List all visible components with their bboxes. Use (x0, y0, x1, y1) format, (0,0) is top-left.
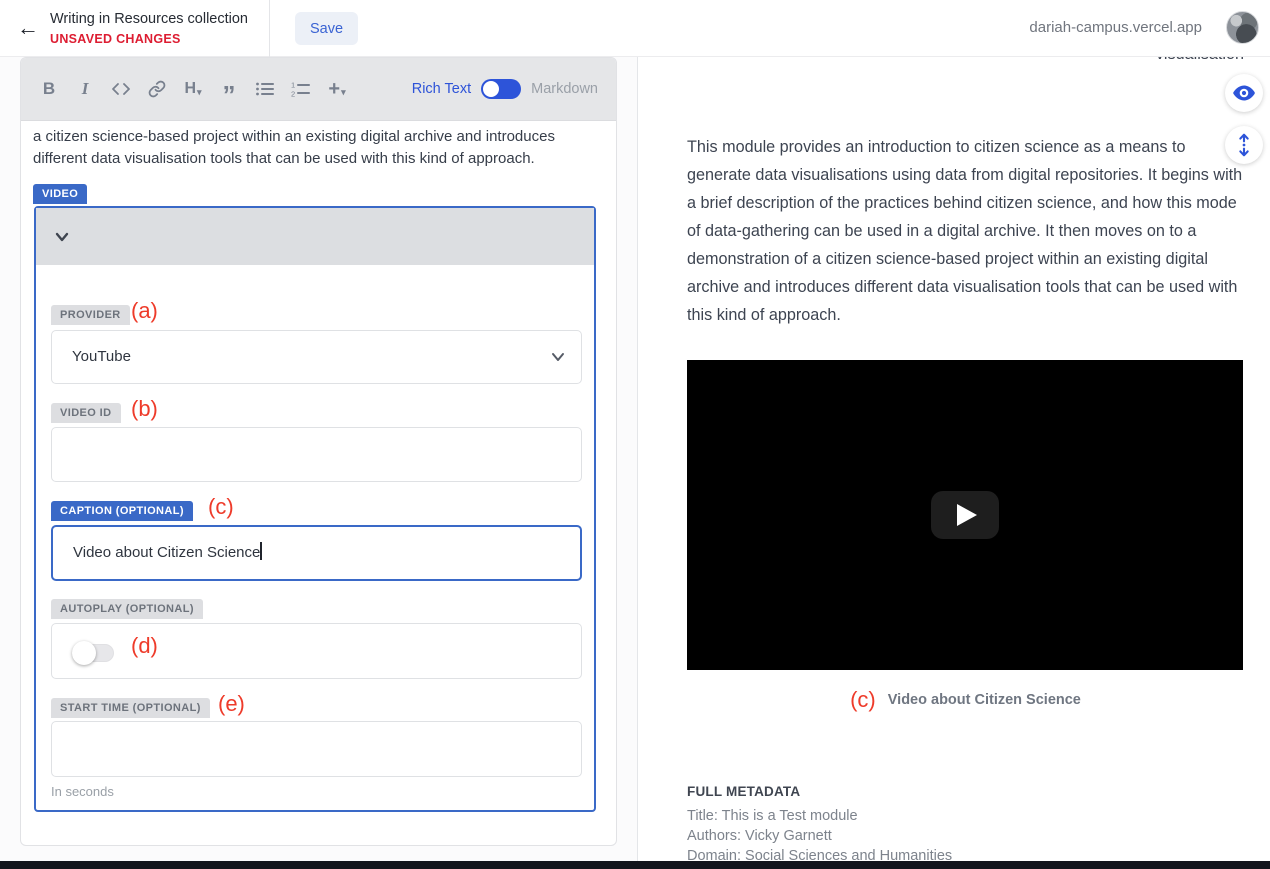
start-time-input[interactable] (51, 721, 582, 777)
header-title-section: ← Writing in Resources collection UNSAVE… (0, 0, 270, 57)
video-widget-collapse-header[interactable] (36, 208, 594, 265)
rich-text-label[interactable]: Rich Text (412, 81, 471, 97)
screen: ← Writing in Resources collection UNSAVE… (0, 0, 1270, 869)
preview-panel: visualisation This module provides an in… (637, 57, 1270, 869)
eye-icon (1232, 81, 1256, 105)
svg-text:2: 2 (291, 90, 295, 98)
editor-panel: B I H▾ ” 12 +▾ Rich Text (0, 57, 637, 869)
video-widget: PROVIDER (a) YouTube VIDEO ID (b) CAPTIO… (34, 206, 596, 812)
preview-visibility-button[interactable] (1225, 74, 1263, 112)
video-id-input[interactable] (51, 427, 582, 482)
play-button[interactable] (931, 491, 999, 539)
svg-text:1: 1 (291, 81, 295, 90)
autoplay-toggle-knob (72, 641, 96, 665)
start-time-hint: In seconds (51, 784, 114, 799)
editor-card: B I H▾ ” 12 +▾ Rich Text (20, 57, 617, 846)
mode-switch-group: Rich Text Markdown (412, 79, 598, 99)
caption-field-label: CAPTION (OPTIONAL) (51, 501, 193, 521)
annotation-d: (d) (131, 635, 158, 657)
text-cursor (260, 542, 262, 560)
numbered-list-icon[interactable]: 12 (283, 69, 319, 109)
video-id-field-label: VIDEO ID (51, 403, 121, 423)
heading-caret-icon: ▾ (197, 87, 202, 98)
bottom-bar (0, 861, 1270, 869)
back-button[interactable]: ← (14, 14, 42, 42)
provider-field-label: PROVIDER (51, 305, 130, 325)
start-time-field-label: START TIME (OPTIONAL) (51, 698, 210, 718)
annotation-c-preview: (c) (850, 687, 876, 713)
annotation-c: (c) (208, 496, 234, 518)
video-caption-row: (c) Video about Citizen Science (687, 687, 1244, 713)
annotation-e: (e) (218, 693, 245, 715)
clipped-word: visualisation (687, 57, 1244, 64)
code-icon[interactable] (103, 69, 139, 109)
metadata-title-line: Title: This is a Test module (687, 808, 858, 824)
back-arrow-icon: ← (17, 15, 39, 40)
annotation-b: (b) (131, 398, 158, 420)
save-button[interactable]: Save (295, 12, 358, 45)
play-icon (957, 504, 977, 526)
unsaved-changes-status: UNSAVED CHANGES (50, 32, 181, 46)
full-metadata-heading: FULL METADATA (687, 784, 800, 799)
richtext-markdown-toggle[interactable] (481, 79, 521, 99)
preview-paragraph: This module provides an introduction to … (687, 133, 1244, 329)
metadata-authors-line: Authors: Vicky Garnett (687, 828, 832, 844)
italic-icon[interactable]: I (67, 69, 103, 109)
chevron-down-icon (53, 228, 71, 246)
toggle-knob (483, 81, 499, 97)
select-chevron-icon (551, 352, 565, 362)
heading-icon[interactable]: H▾ (175, 69, 211, 109)
link-icon[interactable] (139, 69, 175, 109)
bold-icon[interactable]: B (31, 69, 67, 109)
avatar[interactable] (1226, 11, 1259, 44)
provider-select[interactable]: YouTube (51, 330, 582, 384)
caption-value: Video about Citizen Science (73, 544, 260, 561)
clipped-preview-line: visualisation (687, 57, 1244, 64)
blockquote-icon[interactable]: ” (211, 69, 247, 109)
video-caption: Video about Citizen Science (888, 692, 1081, 708)
annotation-a: (a) (131, 300, 158, 322)
add-block-icon[interactable]: +▾ (319, 69, 355, 109)
app-header: ← Writing in Resources collection UNSAVE… (0, 0, 1270, 57)
add-caret-icon: ▾ (341, 87, 346, 98)
autoplay-field-label: AUTOPLAY (OPTIONAL) (51, 599, 203, 619)
caption-input[interactable]: Video about Citizen Science (51, 525, 582, 581)
markdown-label[interactable]: Markdown (531, 81, 598, 97)
scroll-sync-button[interactable] (1225, 126, 1263, 164)
editor-paragraph[interactable]: a citizen science-based project within a… (33, 126, 605, 170)
provider-value: YouTube (72, 348, 131, 365)
site-name: dariah-campus.vercel.app (1029, 19, 1202, 36)
scroll-sync-icon (1233, 133, 1255, 157)
heading-letter: H (184, 80, 196, 98)
page-title: Writing in Resources collection (50, 11, 248, 27)
video-widget-badge: VIDEO (33, 184, 87, 204)
plus-glyph: + (328, 78, 340, 101)
autoplay-toggle[interactable] (72, 644, 114, 662)
video-player (687, 360, 1243, 670)
bulleted-list-icon[interactable] (247, 69, 283, 109)
rich-text-toolbar: B I H▾ ” 12 +▾ Rich Text (21, 58, 616, 121)
